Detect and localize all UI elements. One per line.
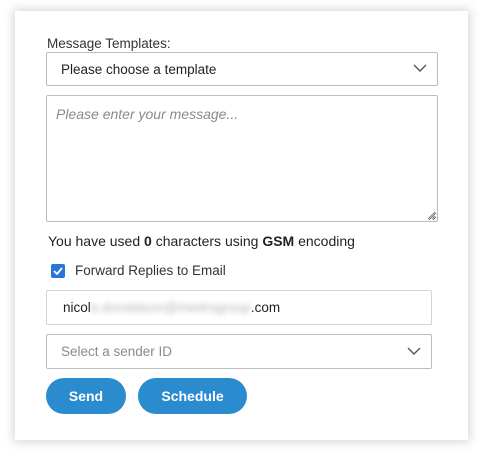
forward-replies-label: Forward Replies to Email (75, 263, 226, 278)
counter-suffix: encoding (298, 233, 355, 249)
encoding-name: GSM (262, 233, 295, 249)
chevron-down-icon (413, 64, 427, 72)
template-select[interactable]: Please choose a template (46, 52, 438, 86)
character-counter: You have used 0 characters using GSM enc… (48, 233, 355, 249)
chevron-down-icon (407, 347, 421, 355)
email-prefix: nicol (63, 300, 91, 315)
message-textarea[interactable] (46, 95, 438, 222)
schedule-button[interactable]: Schedule (138, 378, 247, 414)
email-redacted: e.donaldson@medrogroup (90, 300, 251, 315)
email-suffix: .com (250, 300, 281, 315)
forward-replies-row[interactable]: Forward Replies to Email (51, 263, 226, 278)
character-count: 0 (144, 233, 152, 249)
resize-grip-icon[interactable] (427, 211, 436, 220)
forward-email-field[interactable]: nicol e.donaldson@medrogroup .com (46, 290, 432, 325)
sender-id-placeholder: Select a sender ID (61, 344, 173, 359)
forward-replies-checkbox[interactable] (51, 263, 65, 278)
counter-middle: characters using (155, 233, 259, 249)
checkmark-icon (53, 266, 63, 275)
sender-id-select[interactable]: Select a sender ID (46, 334, 432, 369)
counter-prefix: You have used (48, 233, 141, 249)
templates-label: Message Templates: (47, 36, 171, 51)
send-button[interactable]: Send (46, 378, 126, 414)
template-select-value: Please choose a template (61, 61, 217, 77)
sms-compose-card: Message Templates: Please choose a templ… (15, 11, 468, 440)
